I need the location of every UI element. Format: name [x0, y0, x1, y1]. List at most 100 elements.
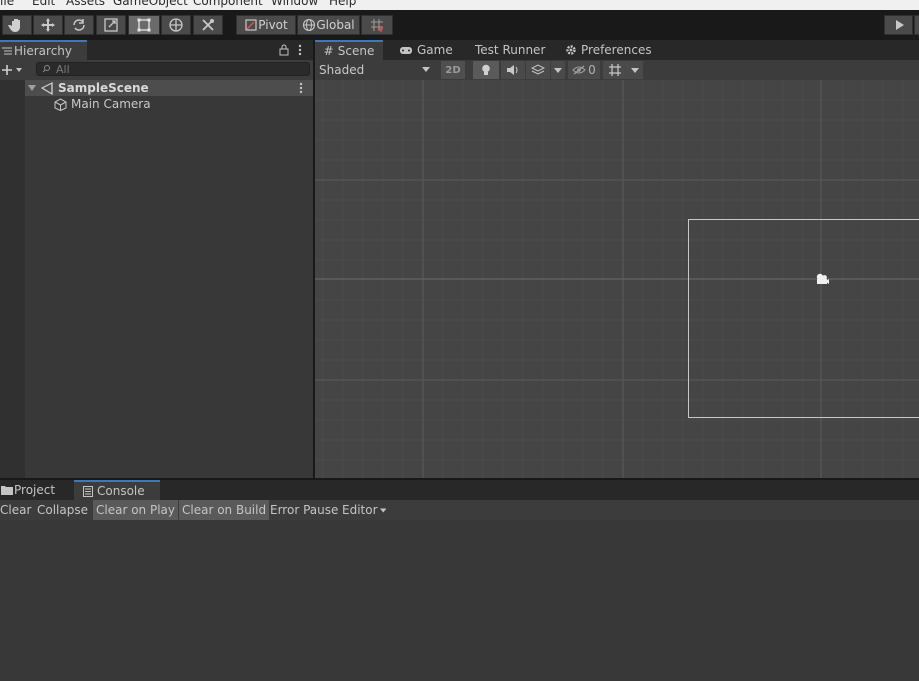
- menu-assets[interactable]: Assets: [66, 0, 105, 8]
- global-label: Global: [316, 18, 355, 32]
- more-options-icon[interactable]: [295, 43, 305, 57]
- pivot-icon: [245, 19, 257, 31]
- tab-hierarchy[interactable]: Hierarchy: [0, 40, 87, 60]
- audio-toggle[interactable]: [501, 61, 525, 79]
- hierarchy-toolbar: All: [0, 60, 313, 80]
- editor-dropdown[interactable]: Editor: [339, 500, 389, 520]
- scene-toolbar: Shaded 2D 0: [315, 60, 919, 80]
- tab-project-label: Project: [14, 483, 56, 497]
- tools-icon: [202, 19, 214, 31]
- clear-on-build-toggle[interactable]: Clear on Build: [179, 500, 270, 520]
- rect-tool-button[interactable]: [128, 15, 160, 35]
- scale-icon: [104, 18, 118, 32]
- hidden-count: 0: [588, 63, 596, 77]
- 2d-mode-toggle[interactable]: 2D: [441, 61, 465, 79]
- tab-game[interactable]: Game: [399, 40, 453, 60]
- rotate-tool-button[interactable]: [64, 15, 94, 35]
- eye-hidden-icon: [572, 65, 586, 75]
- tab-console[interactable]: Console: [74, 480, 160, 500]
- chevron-down-icon: [422, 67, 430, 72]
- error-pause-toggle[interactable]: Error Pause: [267, 500, 341, 520]
- main-camera-label: Main Camera: [71, 97, 151, 111]
- scale-tool-button[interactable]: [96, 15, 126, 35]
- layers-icon: [531, 64, 545, 75]
- lock-icon[interactable]: [278, 43, 290, 57]
- gear-icon: [565, 44, 577, 56]
- scene-name: SampleScene: [58, 81, 149, 95]
- main-toolbar: Pivot Global: [0, 10, 919, 40]
- collapse-button[interactable]: Collapse: [34, 500, 91, 520]
- transform-tool-button[interactable]: [161, 15, 191, 35]
- tab-scene-label: Scene: [337, 44, 375, 58]
- pivot-label: Pivot: [258, 18, 288, 32]
- menu-edit[interactable]: Edit: [32, 0, 55, 8]
- expand-arrow-icon[interactable]: [27, 83, 37, 93]
- console-tabs: Project Console: [0, 480, 919, 500]
- tab-hierarchy-label: Hierarchy: [14, 44, 73, 58]
- console-log-area[interactable]: [0, 520, 919, 681]
- tab-console-label: Console: [97, 484, 145, 498]
- menu-window[interactable]: Window: [271, 0, 318, 8]
- hidden-objects-toggle[interactable]: 0: [568, 61, 600, 79]
- move-tool-button[interactable]: [33, 15, 63, 35]
- tab-game-label: Game: [417, 43, 453, 57]
- tab-test-runner-label: Test Runner: [475, 43, 546, 57]
- lighting-toggle[interactable]: [473, 61, 499, 79]
- effects-dropdown[interactable]: [551, 61, 565, 79]
- chevron-down-icon: [631, 67, 639, 73]
- scene-row[interactable]: SampleScene: [25, 80, 313, 96]
- hand-tool-button[interactable]: [2, 15, 32, 35]
- scene-view-panel: # Scene Game Test Runner Preferences Sha…: [315, 40, 919, 478]
- shading-mode-dropdown[interactable]: Shaded: [315, 60, 437, 80]
- menu-file[interactable]: File: [0, 0, 14, 8]
- chevron-down-icon: [554, 67, 562, 73]
- unity-scene-icon: [40, 81, 54, 95]
- tab-test-runner[interactable]: Test Runner: [475, 40, 545, 60]
- list-item[interactable]: Main Camera: [25, 96, 313, 112]
- tab-project[interactable]: Project: [0, 480, 70, 500]
- camera-bounds-frame: [688, 219, 919, 418]
- play-button[interactable]: [884, 15, 913, 35]
- hierarchy-search-input[interactable]: All: [36, 62, 310, 76]
- hierarchy-panel: Hierarchy All SampleScene Main Camera: [0, 40, 313, 478]
- transform-icon: [169, 18, 183, 32]
- list-icon: [0, 47, 14, 55]
- create-dropdown[interactable]: [0, 62, 24, 78]
- clear-button[interactable]: Clear: [0, 500, 34, 520]
- custom-tool-button[interactable]: [193, 15, 223, 35]
- pause-button[interactable]: [914, 15, 919, 35]
- tab-preferences[interactable]: Preferences: [565, 40, 652, 60]
- speaker-icon: [507, 65, 518, 75]
- menu-bar: File Edit Assets GameObject Component Wi…: [0, 0, 919, 10]
- menu-help[interactable]: Help: [329, 0, 356, 8]
- tab-scene[interactable]: # Scene: [315, 40, 383, 60]
- scene-viewport[interactable]: [315, 80, 919, 478]
- hand-icon: [8, 19, 20, 32]
- pivot-toggle[interactable]: Pivot: [236, 15, 296, 35]
- play-icon: [895, 20, 904, 30]
- camera-gizmo-icon[interactable]: [813, 271, 831, 287]
- editor-dropdown-label: Editor: [342, 503, 378, 517]
- search-icon: [42, 65, 50, 73]
- grid-icon: [609, 64, 621, 76]
- grid-toggle[interactable]: [603, 61, 627, 79]
- clear-on-play-toggle[interactable]: Clear on Play: [93, 500, 178, 520]
- rect-transform-icon: [137, 18, 151, 32]
- menu-gameobject[interactable]: GameObject: [113, 0, 188, 8]
- scene-options-icon[interactable]: [296, 82, 306, 94]
- hierarchy-gutter: [0, 80, 25, 478]
- global-toggle[interactable]: Global: [297, 15, 360, 35]
- cube-icon: [53, 97, 67, 111]
- menu-component[interactable]: Component: [193, 0, 263, 8]
- search-placeholder: All: [56, 62, 70, 76]
- hierarchy-header: Hierarchy: [0, 40, 313, 60]
- rotate-icon: [73, 19, 85, 31]
- grid-snap-button[interactable]: [361, 15, 393, 35]
- console-icon: [83, 485, 93, 497]
- chevron-down-icon: [379, 507, 386, 513]
- globe-icon: [303, 18, 316, 32]
- gamepad-icon: [399, 46, 413, 55]
- folder-icon: [0, 485, 14, 495]
- effects-toggle[interactable]: [526, 61, 550, 79]
- gizmos-dropdown[interactable]: [627, 61, 643, 79]
